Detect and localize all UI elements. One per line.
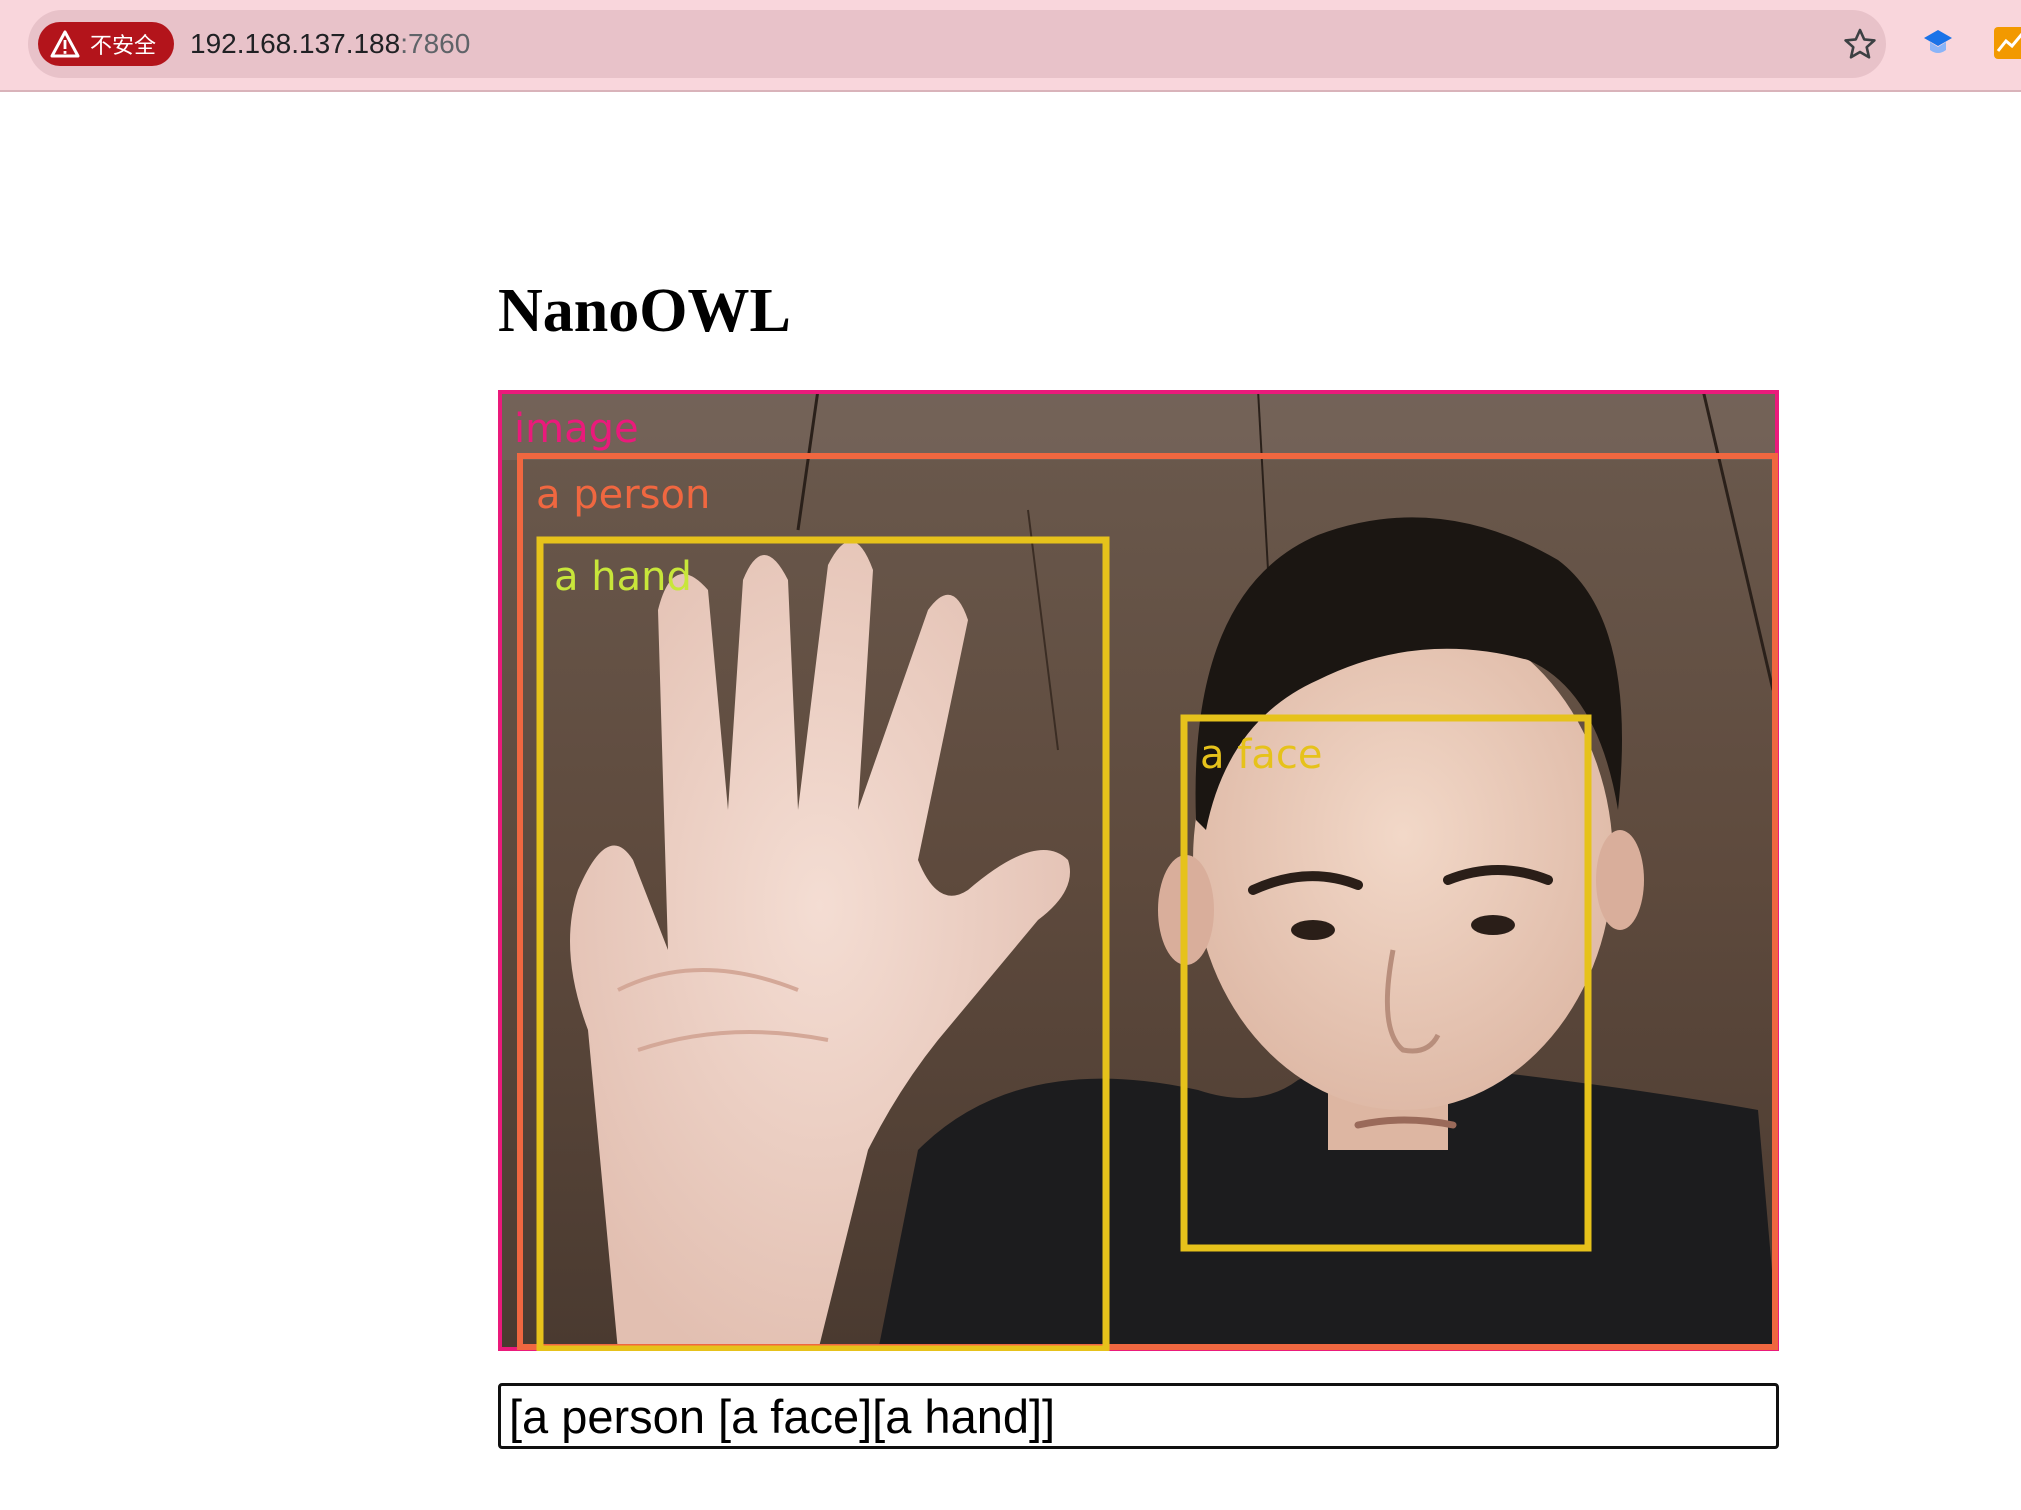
bookmark-star-icon[interactable] (1843, 27, 1877, 61)
detection-label-face: a face (1200, 732, 1322, 778)
camera-feed: image a person a hand a face (498, 390, 1779, 1351)
url-port: :7860 (400, 28, 471, 59)
browser-toolbar: 不安全 192.168.137.188:7860 (0, 0, 2021, 92)
detection-label-person: a person (536, 472, 710, 518)
security-chip[interactable]: 不安全 (38, 22, 175, 66)
extension-icon[interactable] (1993, 26, 2021, 60)
url-host: 192.168.137.188 (190, 28, 401, 59)
detection-label-hand: a hand (554, 554, 692, 600)
prompt-input[interactable] (498, 1383, 1779, 1449)
extension-icon[interactable] (1921, 26, 1955, 60)
url-text[interactable]: 192.168.137.188:7860 (190, 10, 470, 78)
security-chip-label: 不安全 (90, 34, 157, 59)
detection-label-image: image (514, 406, 639, 452)
page-title: NanoOWL (498, 277, 791, 345)
camera-feed-canvas: image a person a hand a face (498, 390, 1779, 1351)
warning-icon (50, 30, 80, 58)
address-bar[interactable]: 不安全 192.168.137.188:7860 (28, 10, 1886, 78)
